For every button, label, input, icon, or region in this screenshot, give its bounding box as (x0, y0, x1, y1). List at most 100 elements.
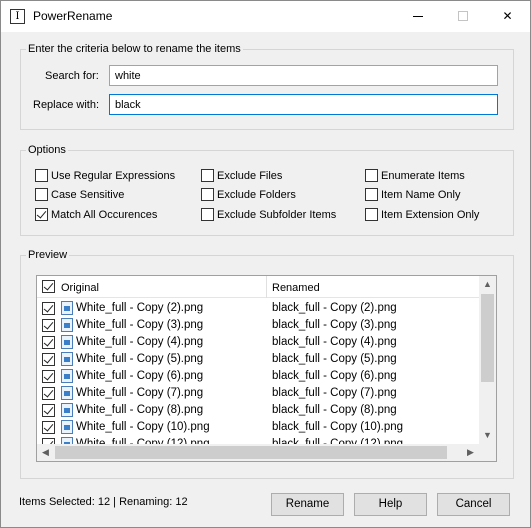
enumerate-items-checkbox[interactable]: Enumerate Items (365, 169, 465, 182)
original-name: White_full - Copy (6).png (76, 370, 204, 382)
checkbox-label: Match All Occurences (51, 208, 158, 221)
row-checkbox[interactable] (42, 302, 55, 315)
checkbox-box[interactable] (35, 188, 48, 201)
window-title: PowerRename (33, 9, 113, 23)
preview-list[interactable]: Original Renamed White_full - Copy (2).p… (36, 275, 497, 462)
horizontal-scrollbar[interactable]: ◀ ▶ (37, 444, 479, 461)
checkbox-label: Item Name Only (381, 188, 461, 201)
scroll-down-icon[interactable]: ▼ (479, 427, 496, 444)
list-item[interactable]: White_full - Copy (3).png black_full - C… (37, 317, 479, 334)
rename-button[interactable]: Rename (271, 493, 344, 516)
scroll-right-icon[interactable]: ▶ (462, 444, 479, 461)
list-item[interactable]: White_full - Copy (6).png black_full - C… (37, 368, 479, 385)
original-name: White_full - Copy (3).png (76, 319, 204, 331)
help-button[interactable]: Help (354, 493, 427, 516)
checkbox-box[interactable] (35, 169, 48, 182)
checkbox-label: Item Extension Only (381, 208, 480, 221)
image-file-icon (61, 403, 73, 417)
renamed-name: black_full - Copy (7).png (272, 387, 397, 399)
row-checkbox[interactable] (42, 319, 55, 332)
checkbox-box[interactable] (365, 169, 378, 182)
close-icon: ✕ (502, 9, 513, 23)
checkbox-label: Enumerate Items (381, 169, 465, 182)
item-name-only-checkbox[interactable]: Item Name Only (365, 188, 460, 201)
horizontal-scroll-thumb[interactable] (55, 446, 447, 459)
renamed-name: black_full - Copy (4).png (272, 336, 397, 348)
renamed-name: black_full - Copy (6).png (272, 370, 397, 382)
column-header-renamed[interactable]: Renamed (272, 282, 320, 294)
scroll-left-icon[interactable]: ◀ (37, 444, 54, 461)
row-checkbox[interactable] (42, 353, 55, 366)
powerrename-window: I PowerRename ✕ Enter the criteria below… (0, 0, 531, 528)
checkbox-box[interactable] (201, 208, 214, 221)
criteria-group (20, 49, 514, 130)
checkbox-label: Exclude Folders (217, 188, 296, 201)
row-checkbox[interactable] (42, 404, 55, 417)
scroll-corner (479, 444, 496, 461)
original-name: White_full - Copy (8).png (76, 404, 204, 416)
search-input[interactable] (109, 65, 498, 86)
replace-input[interactable] (109, 94, 498, 115)
exclude-folders-checkbox[interactable]: Exclude Folders (201, 188, 296, 201)
list-item[interactable]: White_full - Copy (2).png black_full - C… (37, 300, 479, 317)
checkbox-box[interactable] (365, 188, 378, 201)
checkbox-box[interactable] (201, 188, 214, 201)
image-file-icon (61, 318, 73, 332)
checkbox-label: Exclude Files (217, 169, 283, 182)
list-item[interactable]: White_full - Copy (4).png black_full - C… (37, 334, 479, 351)
list-item[interactable]: White_full - Copy (10).png black_full - … (37, 419, 479, 436)
original-name: White_full - Copy (2).png (76, 302, 204, 314)
checkbox-label: Case Sensitive (51, 188, 125, 201)
minimize-button[interactable] (395, 1, 440, 32)
original-name: White_full - Copy (5).png (76, 353, 204, 365)
item-extension-only-checkbox[interactable]: Item Extension Only (365, 208, 479, 221)
checkbox-box[interactable] (365, 208, 378, 221)
replace-label: Replace with: (33, 99, 100, 111)
row-checkbox[interactable] (42, 387, 55, 400)
image-file-icon (61, 335, 73, 349)
original-name: White_full - Copy (10).png (76, 421, 210, 433)
renamed-name: black_full - Copy (10).png (272, 421, 404, 433)
maximize-icon (458, 11, 468, 21)
maximize-button (440, 1, 485, 32)
image-file-icon (61, 352, 73, 366)
status-text: Items Selected: 12 | Renaming: 12 (19, 496, 188, 508)
vertical-scrollbar[interactable]: ▲ ▼ (479, 276, 496, 444)
exclude-files-checkbox[interactable]: Exclude Files (201, 169, 282, 182)
checkbox-box[interactable] (35, 208, 48, 221)
preview-group-label: Preview (26, 249, 70, 261)
vertical-scroll-thumb[interactable] (481, 294, 494, 382)
column-header-original[interactable]: Original (61, 282, 99, 294)
cancel-button[interactable]: Cancel (437, 493, 510, 516)
row-checkbox[interactable] (42, 421, 55, 434)
exclude-subfolder-items-checkbox[interactable]: Exclude Subfolder Items (201, 208, 336, 221)
image-file-icon (61, 386, 73, 400)
original-name: White_full - Copy (7).png (76, 387, 204, 399)
renamed-name: black_full - Copy (5).png (272, 353, 397, 365)
criteria-group-label: Enter the criteria below to rename the i… (26, 43, 243, 55)
image-file-icon (61, 369, 73, 383)
list-header: Original Renamed (37, 276, 479, 298)
select-all-checkbox[interactable] (42, 280, 55, 293)
renamed-name: black_full - Copy (3).png (272, 319, 397, 331)
text-cursor-icon: I (10, 9, 25, 24)
image-file-icon (61, 301, 73, 315)
close-button[interactable]: ✕ (485, 1, 530, 32)
list-item[interactable]: White_full - Copy (8).png black_full - C… (37, 402, 479, 419)
original-name: White_full - Copy (4).png (76, 336, 204, 348)
scroll-up-icon[interactable]: ▲ (479, 276, 496, 293)
title-bar[interactable]: I PowerRename ✕ (1, 1, 530, 32)
use-regex-checkbox[interactable]: Use Regular Expressions (35, 169, 175, 182)
case-sensitive-checkbox[interactable]: Case Sensitive (35, 188, 124, 201)
list-item[interactable]: White_full - Copy (5).png black_full - C… (37, 351, 479, 368)
search-label: Search for: (45, 70, 99, 82)
list-item[interactable]: White_full - Copy (7).png black_full - C… (37, 385, 479, 402)
row-checkbox[interactable] (42, 336, 55, 349)
match-all-occurrences-checkbox[interactable]: Match All Occurences (35, 208, 157, 221)
checkbox-box[interactable] (201, 169, 214, 182)
row-checkbox[interactable] (42, 370, 55, 383)
column-divider[interactable] (266, 276, 267, 298)
image-file-icon (61, 420, 73, 434)
renamed-name: black_full - Copy (2).png (272, 302, 397, 314)
checkbox-label: Use Regular Expressions (51, 169, 176, 182)
